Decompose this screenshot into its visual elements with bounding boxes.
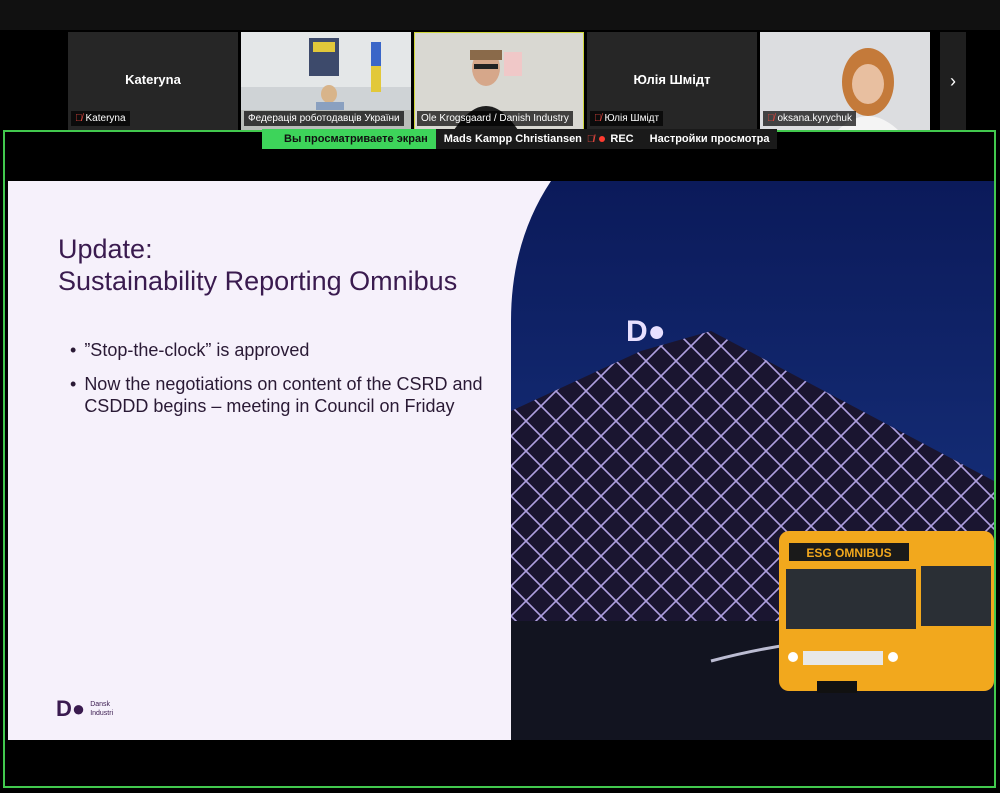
building-logo-icon: D●: [626, 315, 666, 348]
participant-label: 🎙̸ oksana.kyrychuk: [763, 111, 856, 126]
presenter-bar: Mads Kampp Christiansen 🎙̸ REC: [435, 129, 642, 149]
participant-strip: Kateryna 🎙̸ Kateryna Федерація роботодав…: [68, 32, 940, 130]
dansk-industri-logo: D● Dansk Industri: [56, 696, 114, 721]
building-bus-photo: D● ESG OMNIBUS: [511, 181, 994, 740]
list-item: • Now the negotiations on content of the …: [70, 374, 483, 416]
svg-text:ESG OMNIBUS: ESG OMNIBUS: [806, 546, 891, 560]
mic-muted-icon: 🎙̸: [767, 113, 775, 124]
participant-label: 🎙̸ Юлія Шмідт: [590, 111, 664, 126]
mic-muted-icon: 🎙̸: [586, 133, 595, 145]
participant-name: Юлія Шмідт: [633, 72, 711, 87]
rec-indicator-icon: [599, 136, 606, 142]
presenter-name: Mads Kampp Christiansen: [443, 133, 582, 145]
participant-tile-ole[interactable]: Ole Krogsgaard / Danish Industry: [414, 32, 584, 130]
slide-title: Update: Sustainability Reporting Omnibus: [58, 234, 458, 296]
top-bar: [0, 0, 1000, 30]
participant-name: Kateryna: [125, 72, 181, 87]
participant-tile-federation[interactable]: Федерація роботодавців України: [241, 32, 411, 130]
participant-tile-yulia[interactable]: Юлія Шмідт 🎙̸ Юлія Шмідт: [587, 32, 757, 130]
list-item: • ”Stop-the-clock” is approved: [70, 340, 310, 360]
next-page-button[interactable]: ›: [940, 32, 966, 130]
participant-label: Федерація роботодавців України: [244, 111, 404, 126]
mic-muted-icon: 🎙̸: [75, 113, 83, 124]
mic-muted-icon: 🎙̸: [594, 113, 602, 124]
participant-label: 🎙̸ Kateryna: [71, 111, 130, 126]
view-settings-button[interactable]: Настройки просмотра: [641, 129, 778, 149]
share-banner: Вы просматриваете экран Mads Kampp Chris…: [262, 129, 778, 149]
presentation-slide: Update: Sustainability Reporting Omnibus…: [8, 181, 994, 740]
bus-icon: ESG OMNIBUS: [779, 531, 994, 693]
participant-tile-kateryna[interactable]: Kateryna 🎙̸ Kateryna: [68, 32, 238, 130]
participant-label: Ole Krogsgaard / Danish Industry: [417, 111, 573, 126]
chevron-right-icon: ›: [950, 70, 956, 91]
participant-tile-oksana[interactable]: 🎙̸ oksana.kyrychuk: [760, 32, 930, 130]
viewing-screen-text: Вы просматриваете экран: [262, 129, 436, 149]
slide-bullets: • ”Stop-the-clock” is approved • Now the n…: [70, 339, 490, 429]
rec-label: REC: [610, 133, 634, 145]
